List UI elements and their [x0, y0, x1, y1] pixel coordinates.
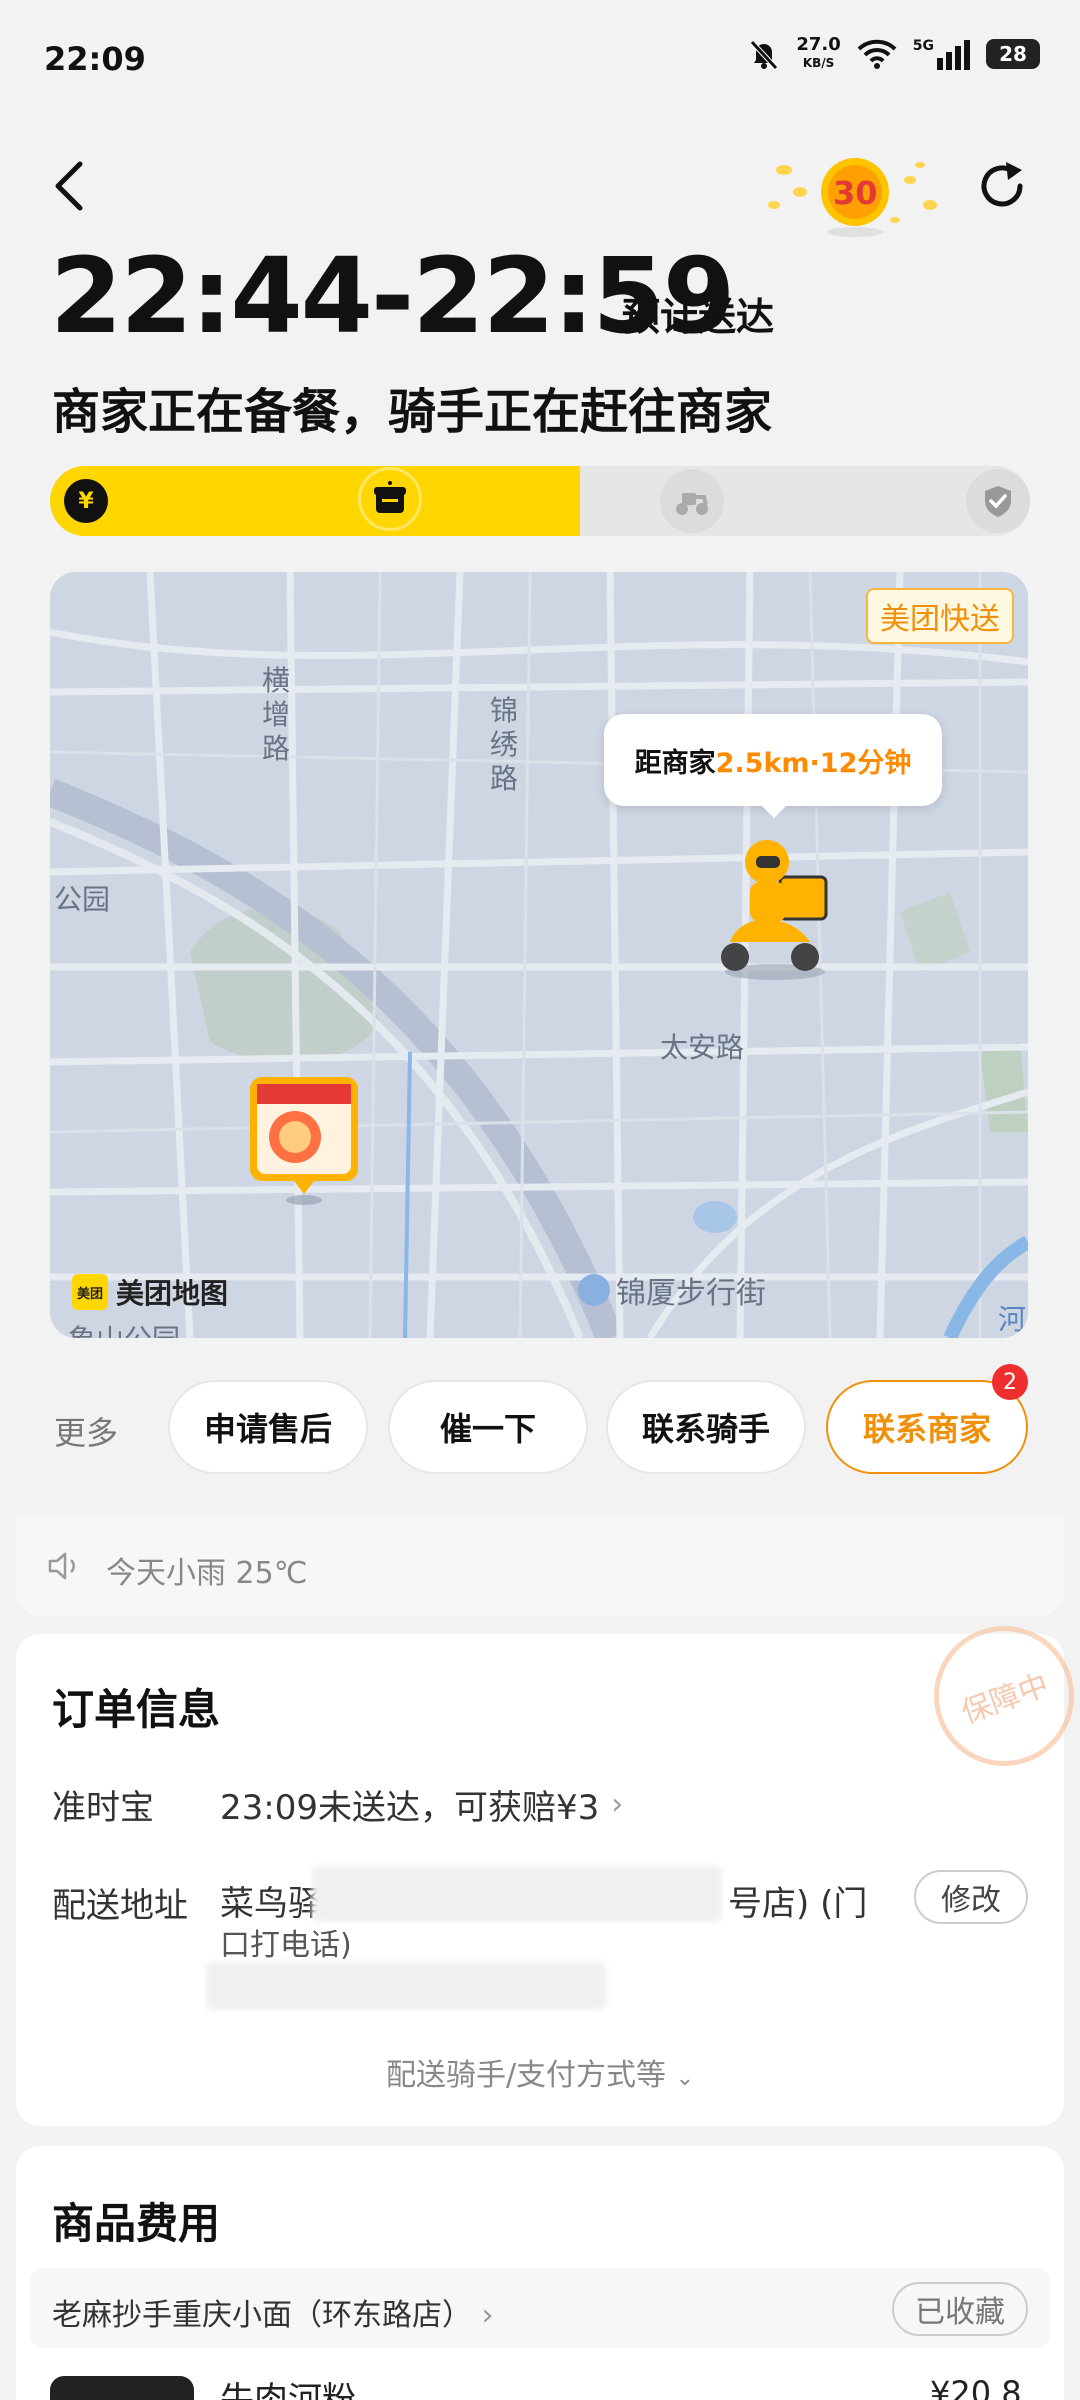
urge-button[interactable]: 催一下 [388, 1380, 588, 1474]
map-brand: 美团 美团地图 [72, 1272, 228, 1312]
shop-name[interactable]: 老麻抄手重庆小面（环东路店） › [52, 2290, 494, 2334]
back-button[interactable] [46, 156, 90, 216]
map-label-road: 锦 绣 路 [490, 694, 519, 795]
shopping-bag-icon [578, 1274, 610, 1306]
shop-icon [374, 481, 406, 513]
map-label-park: 公园 [54, 883, 111, 916]
address-line1-start: 菜鸟驿 [220, 1884, 322, 1924]
map-label-river: 河 [998, 1303, 1027, 1336]
goods-title: 商品费用 [52, 2199, 221, 2248]
address-line2: 口打电话) [220, 1928, 352, 1963]
wifi-icon [857, 39, 897, 69]
progress-fill [50, 466, 580, 536]
map-label-park: 象山公园 [68, 1318, 180, 1338]
status-icons: 27.0 KB/S 5G 28 [748, 36, 1040, 72]
ontime-row[interactable]: 23:09未送达，可获赔¥3 › [220, 1780, 623, 1829]
cell-signal: 5G [913, 38, 970, 70]
more-order-details[interactable]: 配送骑手/支付方式等 ⌄ [0, 2050, 1080, 2094]
scooter-icon [676, 493, 708, 515]
more-button[interactable]: 更多 [54, 1408, 118, 1454]
meituan-logo: 美团 [72, 1274, 108, 1310]
redacted-address [206, 1962, 606, 2010]
edit-address-button[interactable]: 修改 [914, 1870, 1028, 1924]
speaker-icon [48, 1552, 75, 1580]
chevron-down-icon: ⌄ [675, 2066, 695, 2091]
map-roads [50, 572, 1028, 1338]
refresh-icon[interactable] [974, 158, 1030, 214]
signal-bar [964, 40, 970, 70]
map-label-road: 太安路 [660, 1031, 745, 1064]
battery-icon: 28 [986, 39, 1040, 69]
ontime-value: 23:09未送达，可获赔¥3 [220, 1788, 600, 1828]
address-label: 配送地址 [52, 1886, 188, 1926]
signal-bar [946, 52, 952, 70]
meituan-express-badge: 美团快送 [866, 588, 1014, 644]
map-label-street: 锦厦步行街 [578, 1268, 766, 1312]
step-delivered [966, 469, 1030, 533]
coin-value: 30 [833, 174, 878, 212]
item-price: ¥20.8 [930, 2374, 1022, 2400]
map-label-road: 横 增 路 [262, 664, 291, 765]
ontime-label: 准时宝 [52, 1788, 154, 1828]
after-sale-button[interactable]: 申请售后 [168, 1380, 368, 1474]
bubble-distance: 2.5km·12分钟 [715, 747, 912, 779]
favorited-button[interactable]: 已收藏 [892, 2282, 1028, 2336]
weather-text: 今天小雨 25℃ [106, 1556, 308, 1591]
delivery-map[interactable]: 美团快送 距商家 2.5km·12分钟 横 增 路 锦 绣 路 公园 太安路 锦… [50, 572, 1028, 1338]
net-speed: 27.0 KB/S [796, 34, 841, 71]
address-line1-end: 号店) (门 [728, 1884, 868, 1924]
contact-rider-button[interactable]: 联系骑手 [606, 1380, 806, 1474]
item-thumbnail [50, 2376, 194, 2400]
signal-bar [955, 46, 961, 70]
status-time: 22:09 [44, 40, 146, 78]
distance-bubble: 距商家 2.5km·12分钟 [604, 714, 942, 806]
chevron-right-icon: › [481, 2298, 494, 2333]
step-delivering [660, 469, 724, 533]
step-paid: ¥ [54, 469, 118, 533]
step-merchant-preparing [358, 467, 422, 531]
eta-label: 预计送达 [622, 295, 775, 339]
coin-reward-badge[interactable]: 30 [760, 150, 950, 240]
chevron-right-icon: › [611, 1787, 624, 1822]
item-name: 牛肉河粉 [220, 2380, 356, 2400]
signal-bar [937, 58, 943, 70]
merchant-message-badge: 2 [992, 1364, 1028, 1400]
bubble-prefix: 距商家 [634, 747, 716, 779]
check-shield-icon [985, 486, 1011, 517]
mute-bell-icon [750, 40, 779, 70]
redacted-address [312, 1866, 722, 1922]
order-info-title: 订单信息 [52, 1685, 221, 1734]
yuan-icon: ¥ [64, 479, 108, 523]
bubble-tip [760, 804, 788, 818]
order-status-text: 商家正在备餐，骑手正在赶往商家 [52, 384, 773, 440]
